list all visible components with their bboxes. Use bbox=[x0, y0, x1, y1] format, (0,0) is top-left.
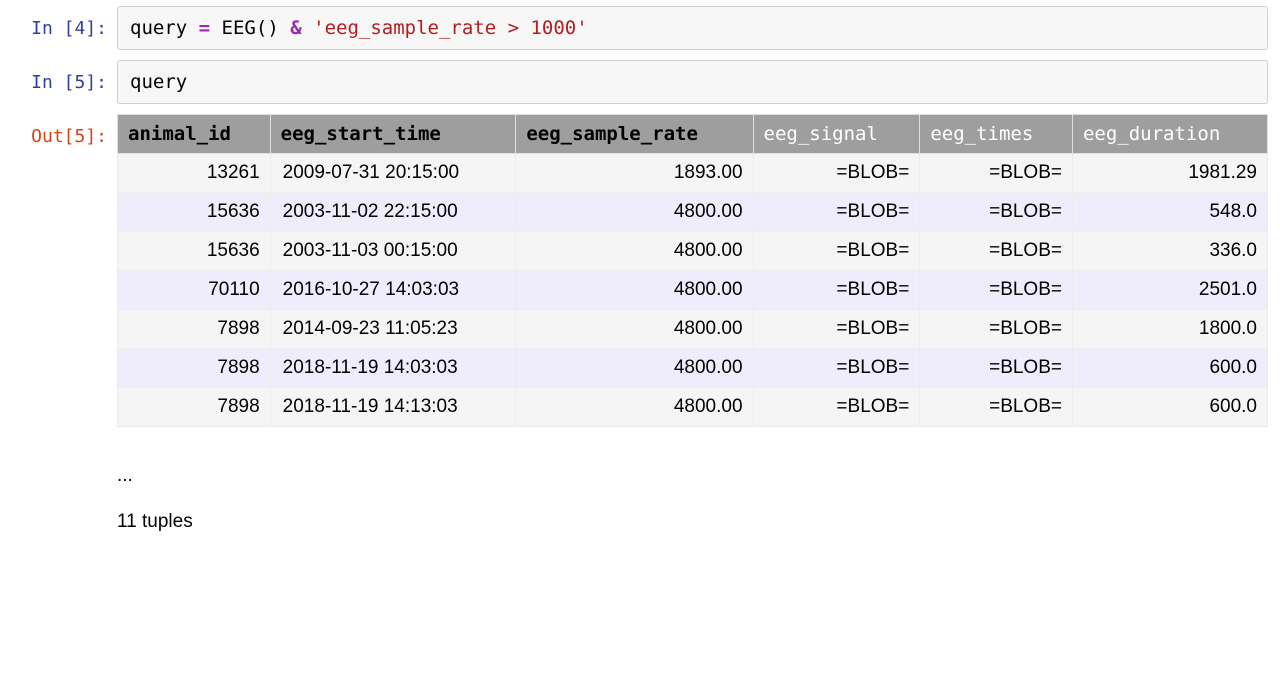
table-cell: 2016-10-27 14:03:03 bbox=[270, 271, 516, 310]
output-prompt: Out[5]: bbox=[12, 114, 117, 147]
table-row: 78982014-09-23 11:05:234800.00=BLOB==BLO… bbox=[118, 310, 1268, 349]
table-row: 78982018-11-19 14:03:034800.00=BLOB==BLO… bbox=[118, 349, 1268, 388]
table-cell: =BLOB= bbox=[920, 271, 1073, 310]
table-cell: 2009-07-31 20:15:00 bbox=[270, 154, 516, 193]
table-cell: 7898 bbox=[118, 310, 271, 349]
table-cell: =BLOB= bbox=[920, 310, 1073, 349]
table-cell: 1800.0 bbox=[1072, 310, 1267, 349]
table-cell: =BLOB= bbox=[753, 349, 920, 388]
table-cell: =BLOB= bbox=[920, 388, 1073, 427]
table-cell: =BLOB= bbox=[753, 271, 920, 310]
table-cell: 2014-09-23 11:05:23 bbox=[270, 310, 516, 349]
table-cell: =BLOB= bbox=[920, 232, 1073, 271]
table-row: 132612009-07-31 20:15:001893.00=BLOB==BL… bbox=[118, 154, 1268, 193]
ellipsis: ... bbox=[117, 465, 1268, 487]
code-input[interactable]: query bbox=[117, 60, 1268, 104]
table-cell: 4800.00 bbox=[516, 193, 753, 232]
table-cell: 70110 bbox=[118, 271, 271, 310]
table-cell: =BLOB= bbox=[920, 349, 1073, 388]
table-cell: 4800.00 bbox=[516, 232, 753, 271]
tuple-count: 11 tuples bbox=[117, 511, 1268, 533]
table-header: animal_ideeg_start_timeeeg_sample_rateee… bbox=[118, 115, 1268, 154]
table-cell: =BLOB= bbox=[920, 193, 1073, 232]
table-cell: 1981.29 bbox=[1072, 154, 1267, 193]
table-cell: 2501.0 bbox=[1072, 271, 1267, 310]
code-token-operator: = bbox=[199, 17, 210, 39]
table-row: 156362003-11-02 22:15:004800.00=BLOB==BL… bbox=[118, 193, 1268, 232]
table-row: 156362003-11-03 00:15:004800.00=BLOB==BL… bbox=[118, 232, 1268, 271]
table-cell: 600.0 bbox=[1072, 349, 1267, 388]
column-header: eeg_times bbox=[920, 115, 1073, 154]
column-header: eeg_signal bbox=[753, 115, 920, 154]
table-cell: =BLOB= bbox=[753, 193, 920, 232]
table-cell: 15636 bbox=[118, 193, 271, 232]
table-cell: 1893.00 bbox=[516, 154, 753, 193]
table-cell: =BLOB= bbox=[753, 388, 920, 427]
table-row: 78982018-11-19 14:13:034800.00=BLOB==BLO… bbox=[118, 388, 1268, 427]
table-cell: 7898 bbox=[118, 349, 271, 388]
table-cell: 2018-11-19 14:03:03 bbox=[270, 349, 516, 388]
code-token bbox=[302, 17, 313, 39]
table-cell: 7898 bbox=[118, 388, 271, 427]
column-header: eeg_duration bbox=[1072, 115, 1267, 154]
table-cell: 4800.00 bbox=[516, 349, 753, 388]
table-cell: 2018-11-19 14:13:03 bbox=[270, 388, 516, 427]
input-prompt: In [5]: bbox=[12, 60, 117, 93]
column-header: animal_id bbox=[118, 115, 271, 154]
table-cell: 13261 bbox=[118, 154, 271, 193]
code-token: EEG bbox=[210, 17, 256, 39]
notebook-cell-5-output: Out[5]: animal_ideeg_start_timeeeg_sampl… bbox=[12, 114, 1268, 533]
table-cell: 2003-11-02 22:15:00 bbox=[270, 193, 516, 232]
column-header: eeg_sample_rate bbox=[516, 115, 753, 154]
table-cell: 15636 bbox=[118, 232, 271, 271]
notebook-cell-4: In [4]: query = EEG() & 'eeg_sample_rate… bbox=[12, 6, 1268, 50]
table-cell: =BLOB= bbox=[920, 154, 1073, 193]
table-cell: 548.0 bbox=[1072, 193, 1267, 232]
table-cell: 4800.00 bbox=[516, 388, 753, 427]
table-body: 132612009-07-31 20:15:001893.00=BLOB==BL… bbox=[118, 154, 1268, 427]
notebook-cell-5-input: In [5]: query bbox=[12, 60, 1268, 104]
table-row: 701102016-10-27 14:03:034800.00=BLOB==BL… bbox=[118, 271, 1268, 310]
table-cell: 600.0 bbox=[1072, 388, 1267, 427]
result-table: animal_ideeg_start_timeeeg_sample_rateee… bbox=[117, 114, 1268, 427]
table-cell: 336.0 bbox=[1072, 232, 1267, 271]
table-cell: =BLOB= bbox=[753, 310, 920, 349]
table-cell: =BLOB= bbox=[753, 232, 920, 271]
table-cell: 4800.00 bbox=[516, 271, 753, 310]
code-token: query bbox=[130, 71, 187, 93]
code-token-operator: & bbox=[290, 17, 301, 39]
table-cell: 4800.00 bbox=[516, 310, 753, 349]
code-token: () bbox=[256, 17, 279, 39]
table-cell: =BLOB= bbox=[753, 154, 920, 193]
code-token: query bbox=[130, 17, 187, 39]
input-prompt: In [4]: bbox=[12, 6, 117, 39]
code-input[interactable]: query = EEG() & 'eeg_sample_rate > 1000' bbox=[117, 6, 1268, 50]
code-token bbox=[187, 17, 198, 39]
code-token-string: 'eeg_sample_rate > 1000' bbox=[313, 17, 588, 39]
column-header: eeg_start_time bbox=[270, 115, 516, 154]
table-cell: 2003-11-03 00:15:00 bbox=[270, 232, 516, 271]
code-token bbox=[279, 17, 290, 39]
